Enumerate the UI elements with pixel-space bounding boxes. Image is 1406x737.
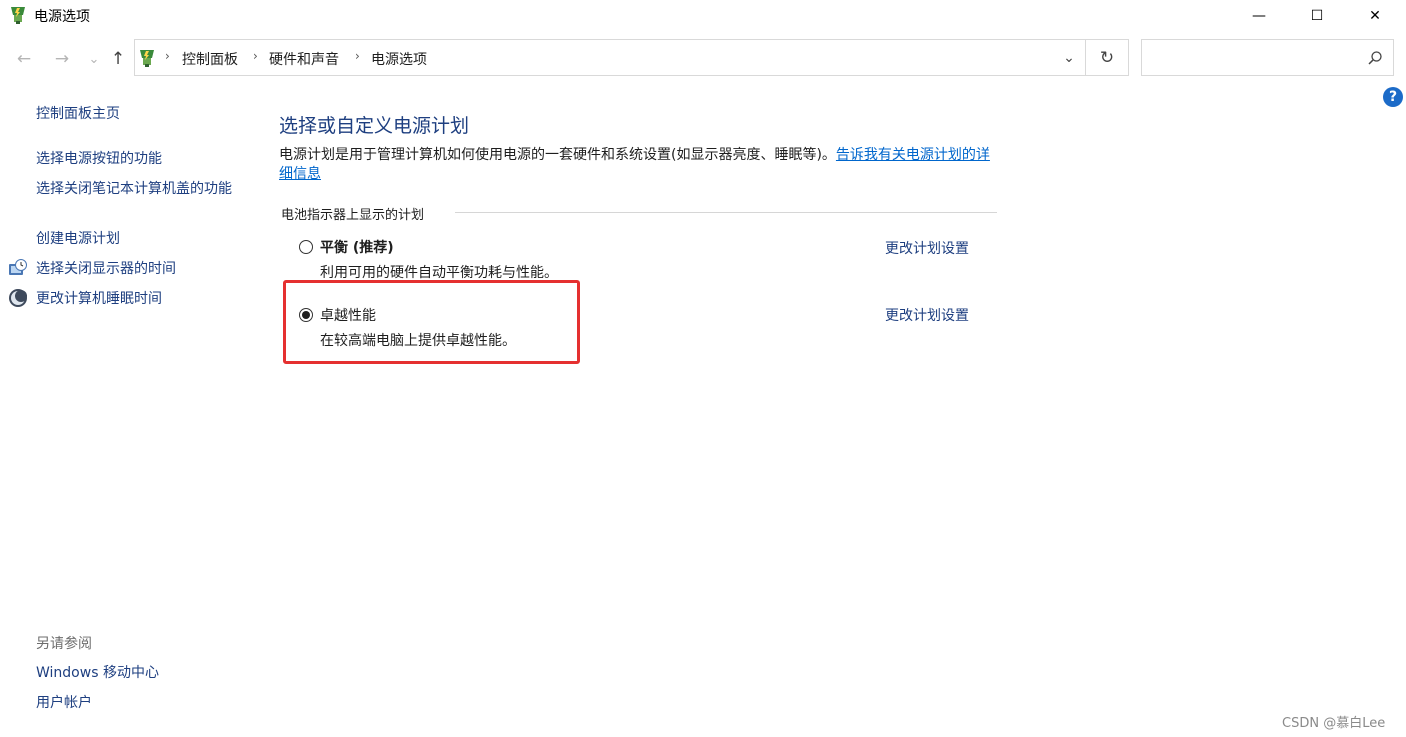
- plan-group-label: 电池指示器上显示的计划: [281, 208, 425, 223]
- sleep-moon-icon: [9, 289, 27, 307]
- breadcrumb-separator-icon: ›: [253, 49, 258, 63]
- power-options-icon: [11, 7, 25, 24]
- maximize-button[interactable]: ☐: [1294, 0, 1340, 31]
- plan-balanced-description: 利用可用的硬件自动平衡功耗与性能。: [320, 265, 558, 281]
- refresh-icon: ↻: [1099, 47, 1115, 68]
- minimize-button[interactable]: —: [1236, 0, 1282, 31]
- recent-locations-button[interactable]: ⌄: [82, 46, 106, 72]
- back-arrow-icon: ←: [16, 49, 32, 69]
- help-label: ?: [1388, 89, 1398, 105]
- title-bar: 电源选项 — ☐ ✕: [0, 0, 1406, 32]
- control-panel-home-link[interactable]: 控制面板主页: [36, 104, 246, 124]
- breadcrumb-control-panel[interactable]: 控制面板: [182, 49, 238, 69]
- user-accounts-link[interactable]: 用户帐户: [36, 693, 246, 713]
- lid-close-function-link[interactable]: 选择关闭笔记本计算机盖的功能: [36, 179, 241, 199]
- group-divider: [455, 212, 997, 213]
- breadcrumb-power-options[interactable]: 电源选项: [371, 49, 427, 69]
- chevron-down-icon: ⌄: [88, 51, 100, 67]
- breadcrumb-separator-icon: ›: [165, 49, 170, 63]
- display-timer-icon: [9, 259, 27, 275]
- control-panel-icon: [140, 50, 154, 67]
- plan-balanced-change-settings-link[interactable]: 更改计划设置: [885, 238, 969, 258]
- search-icon: [1368, 51, 1382, 65]
- watermark: CSDN @慕白Lee: [1282, 716, 1386, 731]
- back-button[interactable]: ←: [12, 46, 36, 72]
- up-arrow-icon: ↑: [110, 49, 126, 69]
- maximize-icon: ☐: [1310, 7, 1324, 24]
- page-description: 电源计划是用于管理计算机如何使用电源的一套硬件和系统设置(如显示器亮度、睡眠等)…: [279, 146, 999, 184]
- breadcrumb-hardware-sound[interactable]: 硬件和声音: [269, 49, 339, 69]
- forward-arrow-icon: →: [54, 49, 70, 69]
- plan-balanced-name[interactable]: 平衡 (推荐): [320, 237, 394, 257]
- windows-mobility-center-link[interactable]: Windows 移动中心: [36, 663, 246, 683]
- page-title: 选择或自定义电源计划: [279, 115, 470, 137]
- power-button-function-link[interactable]: 选择电源按钮的功能: [36, 149, 246, 169]
- window-title: 电源选项: [34, 9, 90, 25]
- up-button[interactable]: ↑: [106, 46, 130, 72]
- minimize-icon: —: [1252, 7, 1266, 24]
- plan-ultimate-change-settings-link[interactable]: 更改计划设置: [885, 305, 969, 325]
- search-input[interactable]: [1148, 47, 1362, 69]
- forward-button[interactable]: →: [50, 46, 74, 72]
- create-power-plan-link[interactable]: 创建电源计划: [36, 229, 246, 249]
- close-icon: ✕: [1369, 7, 1381, 24]
- breadcrumb-separator-icon: ›: [355, 49, 360, 63]
- see-also-heading: 另请参阅: [36, 636, 92, 652]
- highlight-annotation: [283, 280, 580, 364]
- refresh-button[interactable]: ↻: [1086, 39, 1129, 76]
- chevron-down-icon: ⌄: [1063, 49, 1075, 66]
- sleep-time-link[interactable]: 更改计算机睡眠时间: [36, 289, 246, 309]
- description-text: 电源计划是用于管理计算机如何使用电源的一套硬件和系统设置(如显示器亮度、睡眠等)…: [279, 147, 836, 163]
- help-icon[interactable]: ?: [1383, 87, 1403, 107]
- display-off-time-link[interactable]: 选择关闭显示器的时间: [36, 259, 246, 279]
- address-history-button[interactable]: ⌄: [1052, 39, 1086, 76]
- search-box[interactable]: [1141, 39, 1394, 76]
- plan-balanced-radio[interactable]: [299, 240, 313, 254]
- close-button[interactable]: ✕: [1352, 0, 1398, 31]
